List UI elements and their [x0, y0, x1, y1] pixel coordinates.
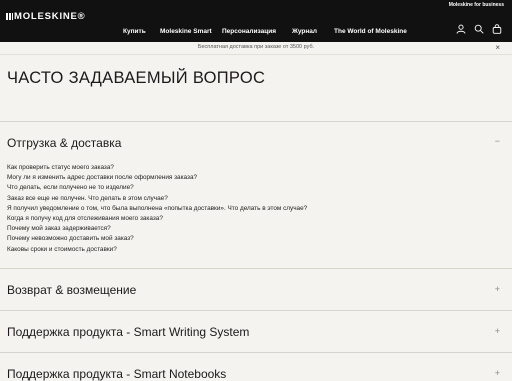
nav-item-shop[interactable]: Купить [123, 28, 146, 35]
divider [0, 352, 512, 353]
faq-question[interactable]: Когда я получу код для отслеживания моег… [7, 214, 427, 224]
faq-question[interactable]: Что делать, если получено не то изделие? [7, 183, 427, 193]
faq-section-shipping[interactable]: Отгрузка & доставка [7, 136, 121, 150]
faq-question[interactable]: Как проверить статус моего заказа? [7, 163, 427, 173]
faq-section-smart-writing-system[interactable]: Поддержка продукта - Smart Writing Syste… [7, 325, 249, 339]
user-icon[interactable] [456, 24, 466, 34]
faq-question[interactable]: Почему невозможно доставить мой заказ? [7, 234, 427, 244]
nav-item-journal[interactable]: Журнал [292, 28, 317, 35]
expand-icon[interactable]: + [495, 284, 500, 294]
faq-question[interactable]: Я получил уведомление о том, что была вы… [7, 204, 427, 214]
promo-text: Бесплатная доставка при заказе от 3500 р… [197, 44, 315, 50]
main-nav: Купить Moleskine Smart Персонализация Жу… [0, 28, 512, 38]
expand-icon[interactable]: + [495, 368, 500, 378]
business-link[interactable]: Moleskine for business [449, 2, 504, 8]
faq-question[interactable]: Почему мой заказ задерживается? [7, 224, 427, 234]
header-icons [456, 24, 502, 34]
faq-question-list: Как проверить статус моего заказа? Могу … [7, 163, 427, 255]
search-icon[interactable] [474, 24, 484, 34]
moleskine-logo[interactable]: MOLESKINE® [6, 11, 85, 22]
promo-bar: Бесплатная доставка при заказе от 3500 р… [0, 42, 512, 55]
faq-question[interactable]: Каковы сроки и стоимость доставки? [7, 245, 427, 255]
site-header: MOLESKINE® Moleskine for business Купить… [0, 0, 512, 42]
nav-item-personalization[interactable]: Персонализация [222, 28, 276, 35]
logo-text: MOLESKINE® [14, 11, 86, 22]
close-icon[interactable]: × [495, 43, 500, 52]
faq-question[interactable]: Могу ли я изменить адрес доставки после … [7, 173, 427, 183]
divider [0, 268, 512, 269]
divider [0, 310, 512, 311]
logo-mark-icon [6, 13, 13, 20]
faq-question[interactable]: Заказ все еще не получен. Что делать в э… [7, 194, 427, 204]
page-title: ЧАСТО ЗАДАВАЕМЫЙ ВОПРОС [7, 69, 266, 87]
expand-icon[interactable]: + [495, 326, 500, 336]
nav-item-moleskine-smart[interactable]: Moleskine Smart [160, 28, 212, 35]
collapse-icon[interactable]: − [495, 136, 500, 146]
divider [0, 121, 512, 122]
cart-icon[interactable] [492, 24, 502, 34]
faq-section-smart-notebooks[interactable]: Поддержка продукта - Smart Notebooks [7, 367, 226, 381]
nav-item-world-of-moleskine[interactable]: The World of Moleskine [334, 28, 407, 35]
faq-section-returns[interactable]: Возврат & возмещение [7, 283, 136, 297]
